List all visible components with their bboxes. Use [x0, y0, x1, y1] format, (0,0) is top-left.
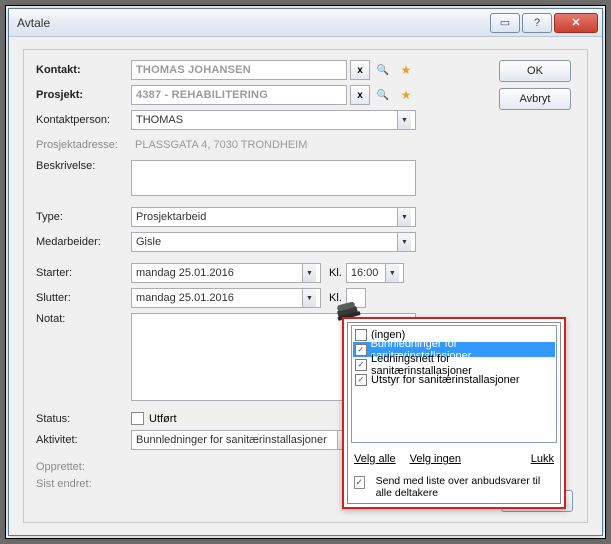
label-kontaktperson: Kontaktperson: [36, 114, 131, 126]
kontaktperson-value: THOMAS [136, 114, 183, 126]
ok-button[interactable]: OK [499, 60, 571, 82]
label-beskrivelse: Beskrivelse: [36, 160, 131, 172]
popup-item-label: Utstyr for sanitærinstallasjoner [371, 374, 520, 386]
label-prosjektadresse: Prosjektadresse: [36, 139, 131, 151]
label-notat: Notat: [36, 313, 131, 325]
chevron-down-icon [385, 264, 399, 282]
start-time-select[interactable]: 16:00 [346, 263, 404, 283]
medarbeider-select[interactable]: Gisle [131, 232, 416, 252]
cancel-button[interactable]: Avbryt [499, 88, 571, 110]
send-med-checkbox[interactable]: ✓ [354, 476, 365, 489]
velg-alle-link[interactable]: Velg alle [354, 453, 396, 465]
kontakt-field[interactable]: THOMAS JOHANSEN [131, 60, 347, 80]
label-utfort: Utført [149, 413, 177, 425]
chevron-down-icon [302, 264, 316, 282]
type-select[interactable]: Prosjektarbeid [131, 207, 416, 227]
send-med-label: Send med liste over anbudsvarer til alle… [376, 475, 556, 499]
label-opprettet: Opprettet: [36, 461, 131, 473]
search-icon: 🔍 [377, 90, 389, 101]
popup-checkbox[interactable]: ✓ [355, 359, 367, 371]
close-button[interactable]: ✕ [554, 13, 598, 33]
label-starter: Starter: [36, 267, 131, 279]
kontakt-clear-button[interactable]: x [350, 60, 370, 80]
start-time-value: 16:00 [351, 267, 379, 279]
x-icon: x [357, 65, 363, 76]
label-sist-endret: Sist endret: [36, 478, 131, 490]
popup-list[interactable]: (ingen) ✓ Bunnledninger for sanitærinsta… [351, 325, 557, 443]
window-title: Avtale [17, 16, 488, 30]
lukk-link[interactable]: Lukk [531, 453, 554, 465]
velg-ingen-link[interactable]: Velg ingen [410, 453, 461, 465]
close-icon: ✕ [571, 16, 580, 29]
popup-checkbox[interactable]: ✓ [355, 374, 367, 386]
x-icon: x [357, 90, 363, 101]
label-slutter: Slutter: [36, 292, 131, 304]
kontaktperson-select[interactable]: THOMAS [131, 110, 416, 130]
prosjekt-fav-button[interactable]: ★ [396, 85, 416, 105]
start-date-value: mandag 25.01.2016 [136, 267, 234, 279]
popup-checkbox[interactable]: ✓ [355, 344, 367, 356]
label-kl-start: Kl. [329, 267, 342, 279]
label-medarbeider: Medarbeider: [36, 236, 131, 248]
prosjektadresse-value: PLASSGATA 4, 7030 TRONDHEIM [131, 135, 416, 155]
titlebar: Avtale ▭ ? ✕ [9, 9, 602, 37]
chevron-down-icon [397, 233, 411, 251]
aktivitet-popup: (ingen) ✓ Bunnledninger for sanitærinsta… [342, 317, 566, 509]
prosjekt-field[interactable]: 4387 - REHABILITERING [131, 85, 347, 105]
search-icon: 🔍 [377, 65, 389, 76]
window-icon: ▭ [500, 16, 510, 29]
window-icon-button[interactable]: ▭ [490, 13, 520, 33]
chevron-down-icon [302, 289, 316, 307]
star-icon: ★ [401, 88, 412, 102]
kontakt-search-button[interactable]: 🔍 [373, 60, 393, 80]
beskrivelse-textarea[interactable] [131, 160, 416, 196]
utfort-checkbox[interactable] [131, 412, 144, 425]
popup-item-ledningsnett[interactable]: ✓ Ledningsnett for sanitærinstallasjoner [353, 357, 555, 372]
kontakt-value: THOMAS JOHANSEN [136, 64, 251, 76]
kontakt-fav-button[interactable]: ★ [396, 60, 416, 80]
help-button[interactable]: ? [522, 13, 552, 33]
label-aktivitet: Aktivitet: [36, 434, 131, 446]
end-date-select[interactable]: mandag 25.01.2016 [131, 288, 321, 308]
start-date-select[interactable]: mandag 25.01.2016 [131, 263, 321, 283]
label-type: Type: [36, 211, 131, 223]
chevron-down-icon [397, 208, 411, 226]
popup-checkbox[interactable] [355, 329, 367, 341]
dialog-window: Avtale ▭ ? ✕ OK Avbryt Kontakt: THOMAS J… [8, 8, 603, 536]
type-value: Prosjektarbeid [136, 211, 206, 223]
prosjekt-value: 4387 - REHABILITERING [136, 89, 268, 101]
aktivitet-select[interactable]: Bunnledninger for sanitærinstallasjoner [131, 430, 356, 450]
label-prosjekt: Prosjekt: [36, 89, 131, 101]
client-area: OK Avbryt Kontakt: THOMAS JOHANSEN x 🔍 ★… [9, 37, 602, 535]
aktivitet-value: Bunnledninger for sanitærinstallasjoner [136, 434, 327, 446]
medarbeider-value: Gisle [136, 236, 161, 248]
star-icon: ★ [401, 63, 412, 77]
chevron-down-icon [397, 111, 411, 129]
prosjekt-search-button[interactable]: 🔍 [373, 85, 393, 105]
end-date-value: mandag 25.01.2016 [136, 292, 234, 304]
prosjekt-clear-button[interactable]: x [350, 85, 370, 105]
label-status: Status: [36, 413, 131, 425]
help-icon: ? [534, 17, 540, 29]
label-kontakt: Kontakt: [36, 64, 131, 76]
